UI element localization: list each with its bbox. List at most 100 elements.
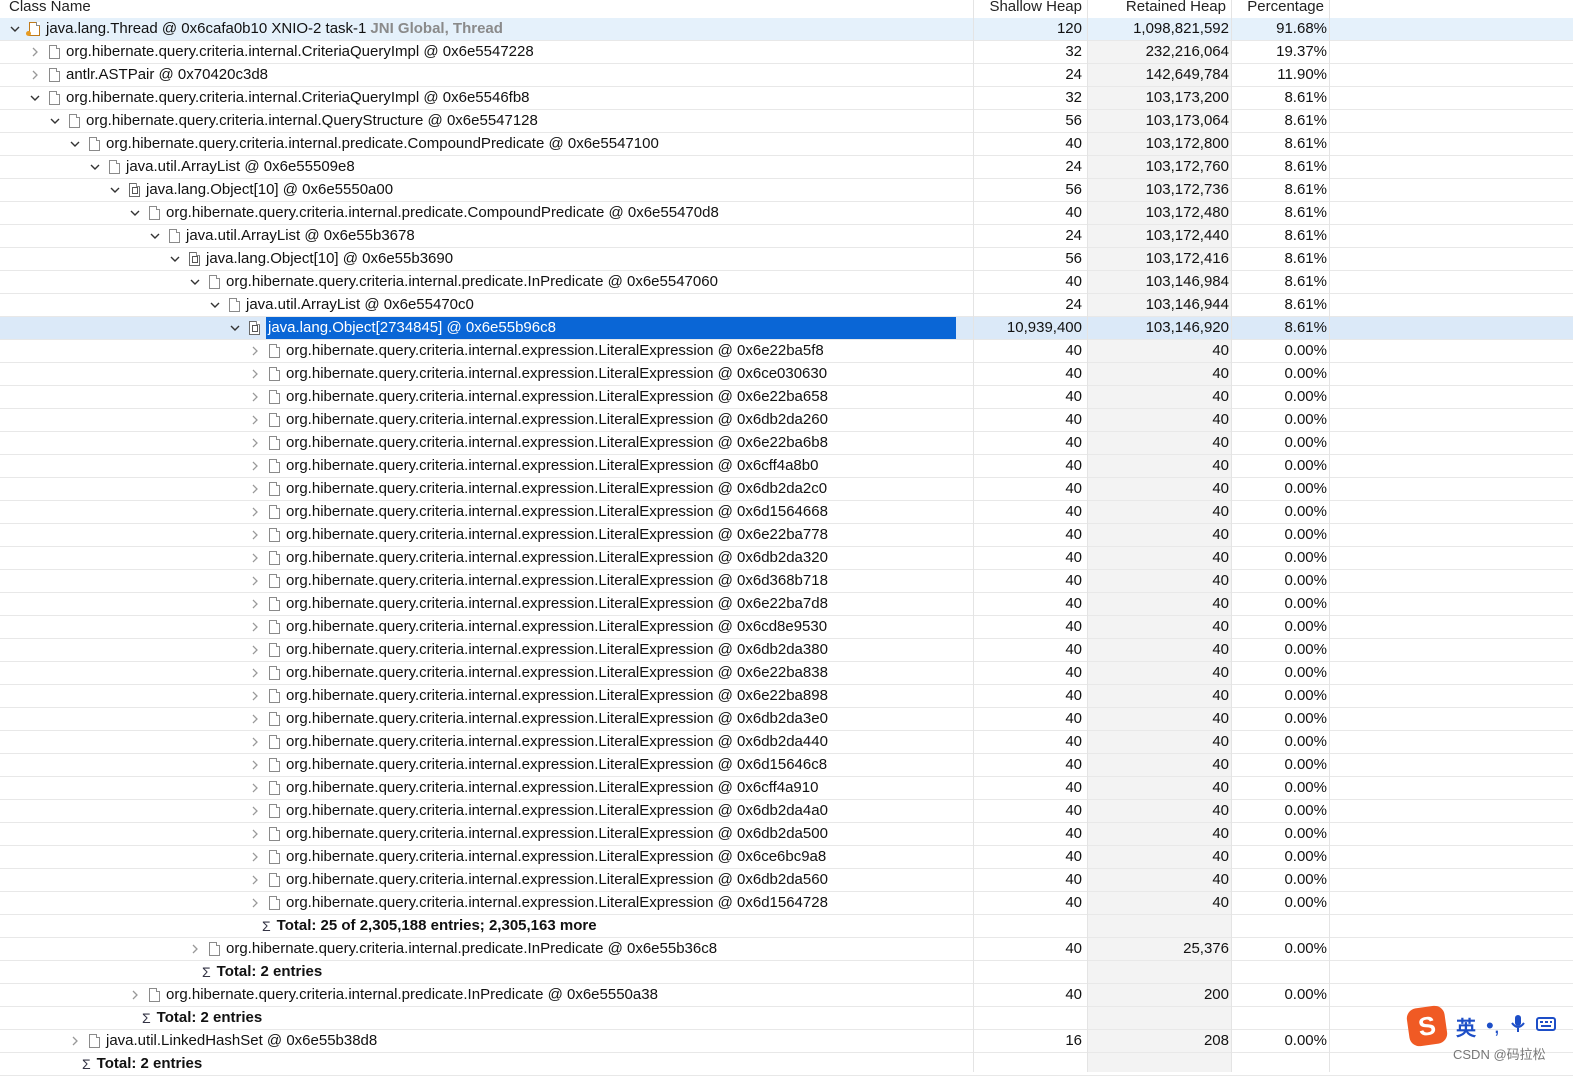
chevron-right-icon[interactable] (248, 484, 262, 494)
object-label[interactable]: org.hibernate.query.criteria.internal.ex… (286, 363, 827, 385)
object-label[interactable]: java.util.ArrayList @ 0x6e55470c0 (246, 294, 474, 316)
object-label[interactable]: org.hibernate.query.criteria.internal.ex… (286, 823, 828, 845)
chevron-right-icon[interactable] (248, 369, 262, 379)
object-label[interactable]: org.hibernate.query.criteria.internal.ex… (286, 754, 827, 776)
object-label[interactable]: org.hibernate.query.criteria.internal.ex… (286, 547, 828, 569)
chevron-down-icon[interactable] (68, 141, 82, 148)
chevron-right-icon[interactable] (248, 622, 262, 632)
tree-row[interactable]: java.util.ArrayList @ 0x6e55509e8 24 103,1… (0, 156, 1573, 179)
chevron-down-icon[interactable] (48, 118, 62, 125)
object-label[interactable]: org.hibernate.query.criteria.internal.ex… (286, 409, 828, 431)
chevron-right-icon[interactable] (188, 944, 202, 954)
tree-row[interactable]: java.util.ArrayList @ 0x6e55470c0 24 103,1… (0, 294, 1573, 317)
object-label[interactable]: org.hibernate.query.criteria.internal.ex… (286, 616, 827, 638)
chevron-right-icon[interactable] (248, 645, 262, 655)
chevron-right-icon[interactable] (248, 392, 262, 402)
chevron-right-icon[interactable] (248, 714, 262, 724)
sogou-logo-icon[interactable]: S (1405, 1004, 1449, 1048)
chevron-down-icon[interactable] (188, 279, 202, 286)
header-percentage[interactable]: Percentage (1233, 0, 1324, 16)
object-label[interactable]: java.lang.Object[10] @ 0x6e5550a00 (146, 179, 393, 201)
tree-row[interactable]: org.hibernate.query.criteria.internal.ex… (0, 524, 1573, 547)
tree-row[interactable]: org.hibernate.query.criteria.internal.ex… (0, 570, 1573, 593)
chevron-down-icon[interactable] (108, 187, 122, 194)
column-divider[interactable] (1329, 0, 1330, 1072)
header-shallow-heap[interactable]: Shallow Heap (975, 0, 1082, 16)
tree-row[interactable]: org.hibernate.query.criteria.internal.ex… (0, 455, 1573, 478)
tree-row[interactable]: org.hibernate.query.criteria.internal.Cr… (0, 87, 1573, 110)
tree-row[interactable]: org.hibernate.query.criteria.internal.ex… (0, 685, 1573, 708)
chevron-right-icon[interactable] (248, 461, 262, 471)
chevron-right-icon[interactable] (248, 898, 262, 908)
object-label[interactable]: org.hibernate.query.criteria.internal.pr… (166, 202, 719, 224)
chevron-right-icon[interactable] (248, 737, 262, 747)
chevron-right-icon[interactable] (248, 760, 262, 770)
tree-row[interactable]: org.hibernate.query.criteria.internal.ex… (0, 547, 1573, 570)
chevron-down-icon[interactable] (168, 256, 182, 263)
object-label[interactable]: org.hibernate.query.criteria.internal.ex… (286, 685, 828, 707)
ime-toolbar[interactable]: S 英 •, (1405, 1004, 1568, 1048)
chevron-down-icon[interactable] (28, 95, 42, 102)
tree-row[interactable]: java.util.ArrayList @ 0x6e55b3678 24 103,1… (0, 225, 1573, 248)
chevron-right-icon[interactable] (248, 576, 262, 586)
chevron-right-icon[interactable] (248, 783, 262, 793)
tree-row[interactable]: org.hibernate.query.criteria.internal.pr… (0, 938, 1573, 961)
object-label[interactable]: org.hibernate.query.criteria.internal.Cr… (66, 87, 530, 109)
header-retained-heap[interactable]: Retained Heap (1090, 0, 1226, 16)
object-label[interactable]: org.hibernate.query.criteria.internal.ex… (286, 639, 828, 661)
keyboard-icon[interactable] (1535, 1016, 1556, 1036)
tree-row[interactable]: java.util.LinkedHashSet @ 0x6e55b38d8 16 2… (0, 1030, 1573, 1053)
tree-row[interactable]: org.hibernate.query.criteria.internal.ex… (0, 892, 1573, 915)
object-label[interactable]: org.hibernate.query.criteria.internal.ex… (286, 501, 828, 523)
tree-row[interactable]: java.lang.Object[10] @ 0x6e5550a00 56 103,… (0, 179, 1573, 202)
object-label[interactable]: org.hibernate.query.criteria.internal.ex… (286, 524, 828, 546)
object-label[interactable]: org.hibernate.query.criteria.internal.ex… (286, 800, 828, 822)
tree-row[interactable]: org.hibernate.query.criteria.internal.pr… (0, 271, 1573, 294)
chevron-right-icon[interactable] (248, 415, 262, 425)
chevron-right-icon[interactable] (248, 691, 262, 701)
chevron-right-icon[interactable] (248, 829, 262, 839)
object-label[interactable]: org.hibernate.query.criteria.internal.pr… (166, 984, 658, 1006)
chevron-down-icon[interactable] (128, 210, 142, 217)
tree-row[interactable]: java.lang.Thread @ 0x6cafa0b10 XNIO-2 ta… (0, 18, 1573, 41)
chevron-down-icon[interactable] (148, 233, 162, 240)
tree-row[interactable]: org.hibernate.query.criteria.internal.ex… (0, 593, 1573, 616)
tree-row[interactable]: org.hibernate.query.criteria.internal.ex… (0, 639, 1573, 662)
chevron-down-icon[interactable] (208, 302, 222, 309)
object-label[interactable]: antlr.ASTPair @ 0x70420c3d8 (66, 64, 268, 86)
chevron-right-icon[interactable] (248, 599, 262, 609)
tree-row[interactable]: java.lang.Object[2734845] @ 0x6e55b96c8 1… (0, 317, 1573, 340)
object-label[interactable]: org.hibernate.query.criteria.internal.ex… (286, 570, 828, 592)
chevron-right-icon[interactable] (68, 1036, 82, 1046)
object-label[interactable]: org.hibernate.query.criteria.internal.ex… (286, 478, 827, 500)
object-label[interactable]: java.lang.Object[2734845] @ 0x6e55b96c8 (266, 317, 956, 339)
tree-total-row[interactable]: Σ Total: 25 of 2,305,188 entries; 2,305,1… (0, 915, 1573, 938)
chevron-down-icon[interactable] (8, 26, 22, 33)
tree-row[interactable]: org.hibernate.query.criteria.internal.Cr… (0, 41, 1573, 64)
total-label[interactable]: Total: 2 entries (157, 1007, 263, 1029)
object-label[interactable]: org.hibernate.query.criteria.internal.ex… (286, 892, 828, 914)
tree-total-row[interactable]: Σ Total: 2 entries (0, 961, 1573, 984)
object-label[interactable]: org.hibernate.query.criteria.internal.pr… (226, 271, 718, 293)
column-divider[interactable] (1231, 0, 1232, 1072)
total-label[interactable]: Total: 25 of 2,305,188 entries; 2,305,16… (277, 915, 597, 937)
tree-total-row[interactable]: Σ Total: 2 entries (0, 1053, 1573, 1076)
chevron-right-icon[interactable] (128, 990, 142, 1000)
chevron-right-icon[interactable] (248, 668, 262, 678)
tree-row[interactable]: org.hibernate.query.criteria.internal.ex… (0, 869, 1573, 892)
tree-row[interactable]: org.hibernate.query.criteria.internal.ex… (0, 386, 1573, 409)
object-label[interactable]: java.util.LinkedHashSet @ 0x6e55b38d8 (106, 1030, 377, 1052)
object-label[interactable]: java.lang.Object[10] @ 0x6e55b3690 (206, 248, 453, 270)
tree-row[interactable]: org.hibernate.query.criteria.internal.ex… (0, 800, 1573, 823)
object-label[interactable]: org.hibernate.query.criteria.internal.ex… (286, 869, 828, 891)
object-label[interactable]: org.hibernate.query.criteria.internal.ex… (286, 731, 828, 753)
object-label[interactable]: org.hibernate.query.criteria.internal.ex… (286, 708, 828, 730)
tree-row[interactable]: org.hibernate.query.criteria.internal.ex… (0, 478, 1573, 501)
object-label[interactable]: org.hibernate.query.criteria.internal.ex… (286, 340, 824, 362)
object-label[interactable]: org.hibernate.query.criteria.internal.Qu… (86, 110, 538, 132)
tree-row[interactable]: org.hibernate.query.criteria.internal.ex… (0, 616, 1573, 639)
tree-row[interactable]: org.hibernate.query.criteria.internal.Qu… (0, 110, 1573, 133)
chevron-right-icon[interactable] (248, 852, 262, 862)
object-label[interactable]: org.hibernate.query.criteria.internal.Cr… (66, 41, 534, 63)
tree-row[interactable]: org.hibernate.query.criteria.internal.ex… (0, 409, 1573, 432)
